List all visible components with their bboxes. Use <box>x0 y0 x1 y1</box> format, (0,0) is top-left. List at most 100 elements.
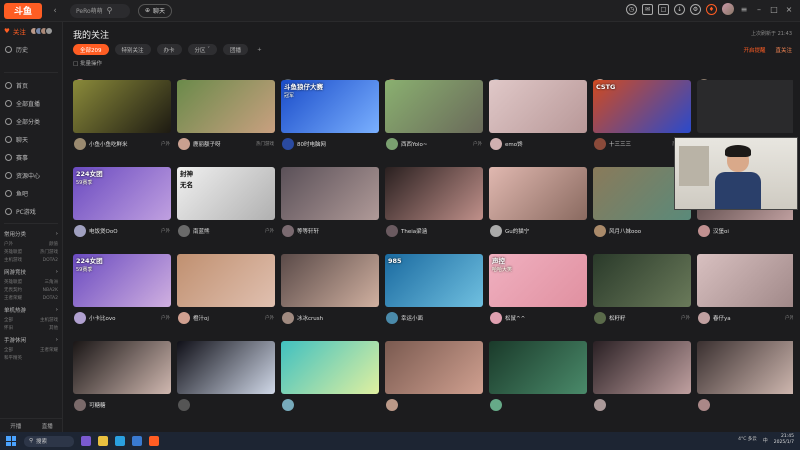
sidebar-subitem[interactable]: 和平精英 <box>4 355 31 363</box>
sidebar-group-title[interactable]: 网游竞技 › <box>0 265 62 279</box>
avatar[interactable] <box>282 312 294 324</box>
chip-all[interactable]: 全部209 <box>73 44 109 55</box>
sidebar-subitem[interactable]: 其他 <box>31 325 58 333</box>
sidebar-subitem[interactable]: 三角洲 <box>31 279 59 287</box>
stream-card[interactable]: 封神 无名 南蓝熊 户外 <box>177 167 275 242</box>
streamer-name[interactable]: 西西Yolo~ <box>401 140 470 148</box>
menu-icon[interactable]: ≡ <box>739 5 749 14</box>
stream-thumbnail[interactable] <box>697 341 793 394</box>
streamer-name[interactable]: 冰冰crush <box>297 314 375 322</box>
stream-thumbnail[interactable]: 封神 无名 <box>177 167 275 220</box>
avatar[interactable] <box>178 138 190 150</box>
streamer-name[interactable]: 幸运小面 <box>401 314 479 322</box>
avatar[interactable] <box>178 399 190 411</box>
stream-card[interactable]: 斗鱼狼仔大赛 冠军 80时电脑网 <box>281 80 379 155</box>
avatar[interactable] <box>74 138 86 150</box>
floating-video-window[interactable] <box>674 137 798 210</box>
streamer-name[interactable]: 春仔ya <box>713 314 782 322</box>
stream-card[interactable] <box>697 341 793 416</box>
streamer-name[interactable]: 风月八妹ooo <box>609 227 687 235</box>
download-icon[interactable]: ↓ <box>674 3 685 15</box>
avatar[interactable] <box>594 399 606 411</box>
avatar[interactable] <box>386 399 398 411</box>
stream-card[interactable]: 松籽籽 户外 <box>593 254 691 329</box>
file-explorer-icon[interactable] <box>98 436 108 446</box>
stream-thumbnail[interactable] <box>385 80 483 133</box>
avatar[interactable] <box>698 312 710 324</box>
stream-thumbnail[interactable] <box>489 167 587 220</box>
sidebar-item[interactable]: 鱼吧 <box>0 184 62 202</box>
widget-icon[interactable] <box>81 436 91 446</box>
avatar[interactable] <box>594 312 606 324</box>
sidebar-subitem[interactable]: 王者荣耀 <box>31 347 58 355</box>
stream-card[interactable] <box>593 341 691 416</box>
sidebar-subitem[interactable]: 户外 <box>4 241 31 249</box>
avatar[interactable] <box>74 399 86 411</box>
streamer-name[interactable]: 汉堡oi <box>713 227 791 235</box>
stream-thumbnail[interactable] <box>489 80 587 133</box>
streamer-name[interactable]: 等等轩轩 <box>297 227 375 235</box>
streamer-name[interactable]: 松鼠^^ <box>505 314 583 322</box>
stream-card[interactable]: 西西Yolo~ 户外 <box>385 80 483 155</box>
clock-icon[interactable]: ◷ <box>626 3 637 15</box>
windows-start-icon[interactable] <box>6 436 16 446</box>
stream-card[interactable] <box>281 341 379 416</box>
stream-thumbnail[interactable] <box>177 80 275 133</box>
sidebar-subitem[interactable]: 无畏契约 <box>4 287 31 295</box>
douyu-logo[interactable]: 斗鱼 <box>4 2 42 19</box>
douyu-app-icon[interactable] <box>149 436 159 446</box>
avatar[interactable] <box>178 225 190 237</box>
ime-indicator[interactable]: 中 <box>763 437 768 444</box>
stream-thumbnail[interactable]: 224女团 59赛季 <box>73 167 171 220</box>
sidebar-subitem[interactable]: DOTA2 <box>31 257 58 265</box>
sidebar-subitem[interactable]: 主机游戏 <box>4 257 31 265</box>
avatar[interactable] <box>74 312 86 324</box>
streamer-name[interactable]: Gu的猫宁 <box>505 227 583 235</box>
store-icon[interactable] <box>132 436 142 446</box>
avatar[interactable] <box>490 225 502 237</box>
stream-card[interactable]: Theia梁涵 <box>385 167 483 242</box>
reminder-link[interactable]: 开启提醒 <box>743 46 765 54</box>
stream-thumbnail[interactable] <box>281 254 379 307</box>
stream-thumbnail[interactable]: 224女团 59赛季 <box>73 254 171 307</box>
stream-thumbnail[interactable] <box>697 254 793 307</box>
stream-card[interactable]: Gu的猫宁 <box>489 167 587 242</box>
stream-thumbnail[interactable]: 斗鱼狼仔大赛 冠军 <box>281 80 379 133</box>
add-chip-icon[interactable]: + <box>254 44 265 55</box>
streamer-name[interactable]: 小卡比ovo <box>89 314 158 322</box>
streamer-name[interactable]: 橙汁oj <box>193 314 262 322</box>
chip-group[interactable]: 团播 <box>223 44 249 55</box>
chip-special[interactable]: 特别关注 <box>114 44 151 55</box>
sidebar-subitem[interactable]: 主机游戏 <box>31 317 58 325</box>
streamer-name[interactable]: 电饭煲OoO <box>89 227 158 235</box>
back-arrow-icon[interactable]: ‹ <box>48 4 62 18</box>
sidebar-subitem[interactable]: 怀旧 <box>4 325 31 333</box>
sidebar-group-title[interactable]: 常用分类 › <box>0 227 62 241</box>
chip-card[interactable]: 办卡 <box>156 44 182 55</box>
close-icon[interactable]: × <box>784 5 794 14</box>
sidebar-item[interactable]: 首页 <box>0 76 62 94</box>
weather-text[interactable]: 4°C 多云 <box>738 437 757 443</box>
settings-icon[interactable]: ⚙ <box>690 3 701 15</box>
stream-thumbnail[interactable]: CSTG <box>593 80 691 133</box>
sidebar-item[interactable]: 聊天 <box>0 130 62 148</box>
sidebar-item[interactable]: 全部分类 <box>0 112 62 130</box>
stream-card[interactable]: 224女团 59赛季 小卡比ovo 户外 <box>73 254 171 329</box>
maximize-icon[interactable]: □ <box>769 5 779 14</box>
search-icon[interactable]: ⚲ <box>107 6 113 15</box>
chip-zone[interactable]: 分区 ˇ <box>187 44 218 55</box>
chat-button[interactable]: ⊕ 聊天 <box>138 3 173 18</box>
streamer-name[interactable]: 可糖糖 <box>89 401 167 409</box>
sidebar-item-follow[interactable]: ♥ 关注 <box>0 22 62 40</box>
stream-card[interactable] <box>489 341 587 416</box>
streamer-name[interactable]: emo馋 <box>505 140 583 148</box>
avatar[interactable] <box>282 399 294 411</box>
browser-icon[interactable] <box>115 436 125 446</box>
sidebar-subitem[interactable]: 英雄联盟 <box>4 279 31 287</box>
stream-thumbnail[interactable] <box>593 254 691 307</box>
avatar[interactable] <box>386 312 398 324</box>
sidebar-subitem[interactable]: 全部 <box>4 317 31 325</box>
streamer-name[interactable]: Theia梁涵 <box>401 227 479 235</box>
stream-thumbnail[interactable] <box>177 341 275 394</box>
sidebar-subitem[interactable]: 颜值 <box>31 241 58 249</box>
